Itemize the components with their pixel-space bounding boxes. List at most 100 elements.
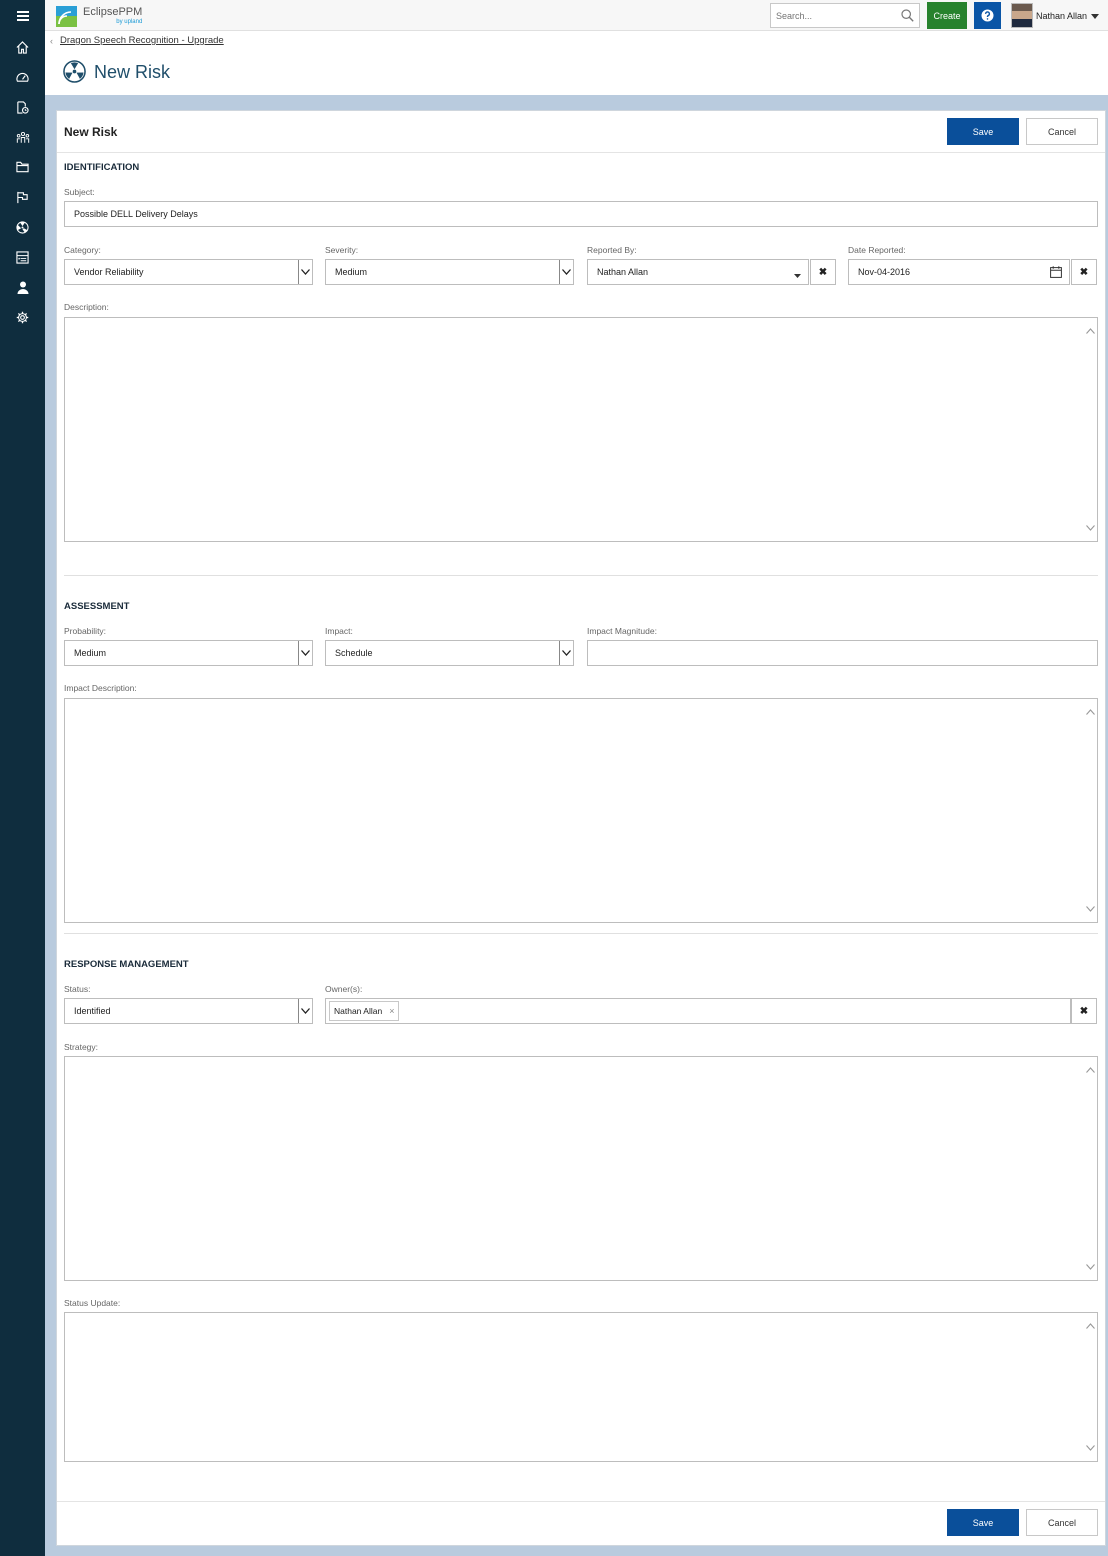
- risk-icon[interactable]: [0, 212, 45, 242]
- owners-label: Owner(s):: [325, 984, 363, 994]
- category-label: Category:: [64, 245, 101, 255]
- status-update-label: Status Update:: [64, 1298, 121, 1308]
- chevron-down-icon: [298, 999, 312, 1023]
- strategy-label: Strategy:: [64, 1042, 99, 1052]
- chevron-down-icon: [559, 641, 573, 665]
- user-icon[interactable]: [0, 272, 45, 302]
- help-button[interactable]: [974, 2, 1001, 29]
- probability-select[interactable]: Medium: [64, 640, 313, 666]
- owners-clear-button[interactable]: ✖: [1071, 998, 1097, 1024]
- save-button[interactable]: Save: [947, 118, 1019, 145]
- date-reported-input[interactable]: Nov-04-2016: [848, 259, 1070, 285]
- category-value: Vendor Reliability: [74, 267, 144, 277]
- user-menu[interactable]: Nathan Allan: [1011, 2, 1107, 29]
- save-button-bottom[interactable]: Save: [947, 1509, 1019, 1536]
- reported-by-label: Reported By:: [587, 245, 637, 255]
- scroll-up-icon[interactable]: [1086, 1321, 1095, 1331]
- cancel-button[interactable]: Cancel: [1026, 118, 1098, 145]
- reported-by-select[interactable]: Nathan Allan: [587, 259, 809, 285]
- date-reported-label: Date Reported:: [848, 245, 906, 255]
- settings-icon[interactable]: [0, 302, 45, 332]
- cancel-button-bottom[interactable]: Cancel: [1026, 1509, 1098, 1536]
- impact-magnitude-input[interactable]: [587, 640, 1098, 666]
- resources-icon[interactable]: [0, 122, 45, 152]
- identification-heading: IDENTIFICATION: [64, 162, 140, 173]
- owner-chip-label: Nathan Allan: [334, 1006, 383, 1016]
- breadcrumb-parent-link[interactable]: Dragon Speech Recognition - Upgrade: [60, 35, 224, 46]
- timesheet-icon[interactable]: [0, 242, 45, 272]
- severity-select[interactable]: Medium: [325, 259, 574, 285]
- strategy-textarea[interactable]: [64, 1056, 1098, 1281]
- close-icon: ✖: [1079, 1005, 1089, 1017]
- probability-label: Probability:: [64, 626, 107, 636]
- owners-multiselect[interactable]: Nathan Allan ×: [325, 998, 1071, 1024]
- chevron-down-icon: [559, 260, 573, 284]
- description-textarea[interactable]: [64, 317, 1098, 542]
- brand-sub: by upland: [116, 19, 143, 25]
- scroll-down-icon[interactable]: [1086, 1443, 1095, 1453]
- close-icon: ✖: [1079, 266, 1089, 278]
- subject-input[interactable]: Possible DELL Delivery Delays: [64, 201, 1098, 227]
- reported-by-clear-button[interactable]: ✖: [810, 259, 836, 285]
- chevron-down-icon: [298, 260, 312, 284]
- eclipseppm-logo-icon: [56, 5, 77, 27]
- scroll-up-icon[interactable]: [1086, 707, 1095, 717]
- user-name: Nathan Allan: [1036, 10, 1088, 21]
- impact-select[interactable]: Schedule: [325, 640, 574, 666]
- calendar-icon[interactable]: [1050, 266, 1062, 280]
- dashboard-icon[interactable]: [0, 62, 45, 92]
- date-reported-clear-button[interactable]: ✖: [1071, 259, 1097, 285]
- create-button[interactable]: Create: [927, 2, 967, 29]
- form-header: New Risk Save Cancel: [57, 111, 1105, 153]
- response-management-heading: RESPONSE MANAGEMENT: [64, 959, 189, 970]
- severity-value: Medium: [335, 267, 368, 277]
- section-divider: [64, 575, 1098, 576]
- form-title: New Risk: [64, 125, 118, 139]
- chevron-down-icon: [1091, 11, 1100, 21]
- search-icon[interactable]: [901, 9, 914, 24]
- search-box: [770, 3, 920, 28]
- question-icon: [981, 9, 994, 22]
- brand-name: EclipsePPM: [83, 6, 143, 18]
- reported-by-value: Nathan Allan: [597, 267, 649, 277]
- scroll-up-icon[interactable]: [1086, 326, 1095, 336]
- home-icon[interactable]: [0, 32, 45, 62]
- impact-description-textarea[interactable]: [64, 698, 1098, 923]
- scroll-down-icon[interactable]: [1086, 1262, 1095, 1272]
- probability-value: Medium: [74, 648, 107, 658]
- flag-icon[interactable]: [0, 182, 45, 212]
- status-update-textarea[interactable]: [64, 1312, 1098, 1462]
- date-reported-value: Nov-04-2016: [858, 267, 911, 277]
- status-value: Identified: [74, 1006, 111, 1016]
- form-footer: Save Cancel: [57, 1501, 1105, 1545]
- impact-label: Impact:: [325, 626, 353, 636]
- owner-chip[interactable]: Nathan Allan ×: [329, 1001, 400, 1021]
- severity-label: Severity:: [325, 245, 359, 255]
- scroll-up-icon[interactable]: [1086, 1065, 1095, 1075]
- scroll-down-icon[interactable]: [1086, 523, 1095, 533]
- scroll-down-icon[interactable]: [1086, 904, 1095, 914]
- status-select[interactable]: Identified: [64, 998, 313, 1024]
- remove-icon[interactable]: ×: [389, 1006, 394, 1016]
- caret-down-icon: [794, 270, 801, 280]
- close-icon: ✖: [818, 266, 828, 278]
- search-input[interactable]: [771, 4, 891, 27]
- subject-value: Possible DELL Delivery Delays: [74, 209, 198, 219]
- chevron-left-icon[interactable]: ‹: [50, 36, 53, 46]
- radiation-icon: [63, 60, 86, 85]
- impact-value: Schedule: [335, 648, 373, 658]
- projects-icon[interactable]: [0, 92, 45, 122]
- page-header: New Risk: [63, 60, 170, 85]
- impact-magnitude-label: Impact Magnitude:: [587, 626, 657, 636]
- assessment-heading: ASSESSMENT: [64, 601, 130, 612]
- status-label: Status:: [64, 984, 91, 994]
- category-select[interactable]: Vendor Reliability: [64, 259, 313, 285]
- impact-description-label: Impact Description:: [64, 683, 137, 693]
- chevron-down-icon: [298, 641, 312, 665]
- description-label: Description:: [64, 302, 109, 312]
- avatar: [1011, 3, 1033, 28]
- folder-icon[interactable]: [0, 152, 45, 182]
- hamburger-menu-icon[interactable]: [0, 0, 45, 31]
- subject-label: Subject:: [64, 187, 95, 197]
- app-logo[interactable]: EclipsePPM by upland: [56, 4, 142, 28]
